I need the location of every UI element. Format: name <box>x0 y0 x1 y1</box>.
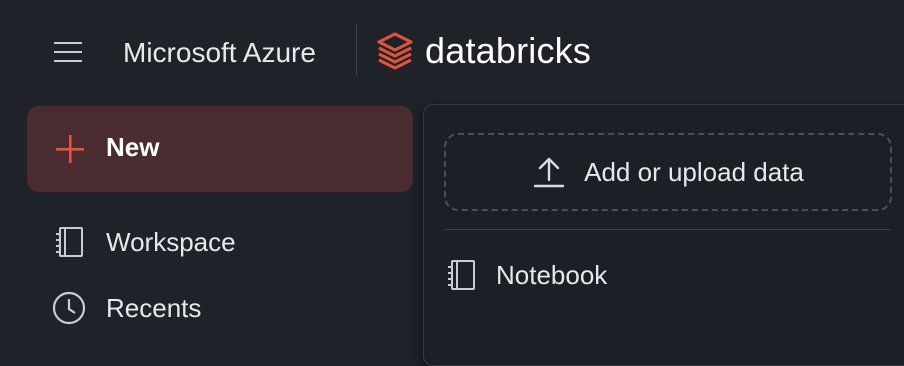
new-button[interactable]: New <box>27 106 413 192</box>
brand-divider <box>356 24 357 76</box>
new-button-label: New <box>106 131 160 162</box>
databricks-brand[interactable]: databricks <box>375 27 591 75</box>
sidebar-item-label: Workspace <box>106 226 236 257</box>
hamburger-menu-icon <box>54 42 82 62</box>
azure-brand-label[interactable]: Microsoft Azure <box>123 33 316 73</box>
sidebar-item-recents[interactable]: Recents <box>50 286 201 330</box>
notebook-icon <box>442 256 480 294</box>
clock-icon <box>50 289 88 327</box>
new-menu-panel: Add or upload data Notebook <box>423 104 904 366</box>
databricks-logo-icon <box>377 32 413 70</box>
plus-icon <box>54 133 86 165</box>
workspace-icon <box>50 223 88 261</box>
add-or-upload-data-button[interactable]: Add or upload data <box>444 133 892 211</box>
sidebar-item-workspace[interactable]: Workspace <box>50 220 236 264</box>
menu-item-label: Notebook <box>496 259 608 290</box>
menu-item-notebook[interactable]: Notebook <box>442 253 607 297</box>
databricks-brand-label: databricks <box>425 30 592 71</box>
upload-icon <box>532 155 566 189</box>
add-or-upload-data-label: Add or upload data <box>584 156 804 187</box>
menu-divider <box>444 229 890 230</box>
sidebar-item-label: Recents <box>106 292 202 323</box>
hamburger-menu-button[interactable] <box>44 28 92 76</box>
